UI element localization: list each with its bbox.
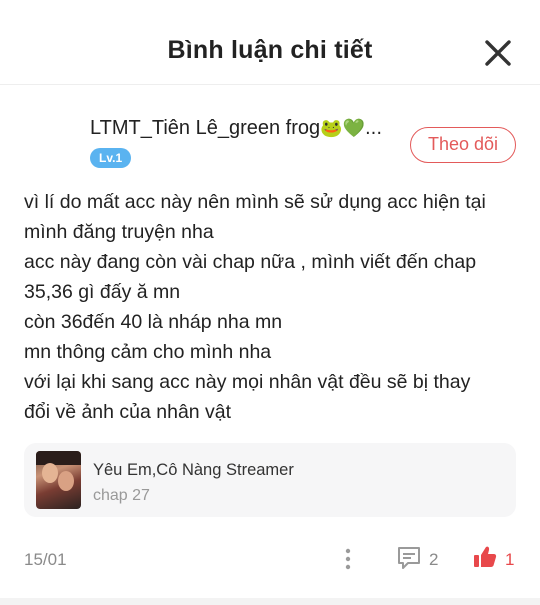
story-title: Yêu Em,Cô Nàng Streamer — [93, 461, 294, 479]
comment-detail-sheet: Bình luận chi tiết LTMT_Tiên Lê_green fr… — [0, 0, 540, 605]
page-title: Bình luận chi tiết — [167, 36, 373, 64]
author-row: LTMT_Tiên Lê_green frog🐸💚... Lv.1 Theo d… — [0, 100, 540, 180]
comment-date: 15/01 — [24, 550, 67, 569]
comment-line: 35,36 gì đấy ă mn — [24, 281, 181, 303]
story-card[interactable]: Yêu Em,Cô Nàng Streamer chap 27 — [24, 443, 516, 517]
comment-text: vì lí do mất acc này nên mình sẽ sử dụng… — [24, 187, 524, 427]
reply-count: 2 — [429, 550, 439, 569]
like-count: 1 — [505, 550, 515, 569]
comment-line: mn thông cảm cho mình nha — [24, 341, 272, 363]
header: Bình luận chi tiết — [0, 0, 540, 85]
comment-line: đổi về ảnh của nhân vật — [24, 401, 232, 423]
level-badge: Lv.1 — [90, 148, 132, 168]
close-icon — [485, 40, 511, 66]
comment-footer: 15/01 2 1 — [0, 540, 540, 580]
comment-icon[interactable] — [396, 545, 422, 571]
comment-line: còn 36đến 40 là nháp nha mn — [24, 311, 283, 333]
bottom-divider — [0, 598, 540, 605]
thumbs-up-icon[interactable] — [472, 544, 498, 570]
follow-button[interactable]: Theo dõi — [410, 127, 516, 163]
author-name-suffix: 🐸💚... — [320, 118, 383, 139]
author-name[interactable]: LTMT_Tiên Lê_green frog🐸💚... — [90, 117, 382, 140]
story-cover-image — [36, 451, 81, 509]
comment-line: acc này đang còn vài chap nữa , mình viế… — [24, 251, 477, 273]
comment-line: mình đăng truyện nha — [24, 221, 214, 243]
close-button[interactable] — [481, 36, 515, 70]
author-name-text: LTMT_Tiên Lê_green frog — [90, 117, 321, 139]
comment-line: vì lí do mất acc này nên mình sẽ sử dụng… — [24, 191, 486, 213]
comment-line: với lại khi sang acc này mọi nhân vật đề… — [24, 371, 471, 393]
story-chapter: chap 27 — [93, 487, 150, 504]
more-vertical-icon[interactable] — [340, 546, 356, 572]
